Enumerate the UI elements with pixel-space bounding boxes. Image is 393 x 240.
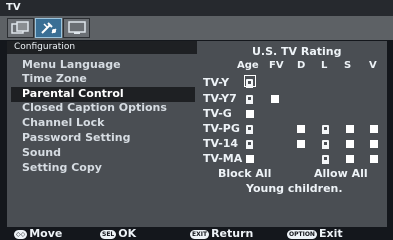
menu-item-password[interactable]: Password Setting — [22, 131, 131, 145]
footer-ok: SEL OK — [100, 227, 136, 240]
footer-return-label: Return — [211, 227, 254, 240]
block-all-button[interactable]: Block All — [218, 167, 271, 180]
block-checkbox[interactable] — [297, 140, 305, 148]
allow-all-button[interactable]: Allow All — [314, 167, 368, 180]
tools-icon — [41, 22, 57, 34]
menu-item-channel-lock[interactable]: Channel Lock — [22, 116, 104, 130]
block-checkbox[interactable] — [370, 155, 378, 163]
footer-move: ◇◇ Move — [14, 227, 62, 240]
lock-icon[interactable] — [246, 140, 253, 149]
col-l: L — [321, 60, 328, 71]
block-checkbox[interactable] — [246, 110, 254, 118]
rating-row-tv-y: TV-Y — [203, 76, 230, 89]
lock-icon[interactable] — [246, 79, 253, 88]
footer-move-label: Move — [29, 227, 63, 240]
section-title: Configuration — [14, 42, 76, 52]
menu-item-closed-caption[interactable]: Closed Caption Options — [22, 101, 167, 115]
block-checkbox[interactable] — [246, 155, 254, 163]
block-checkbox[interactable] — [346, 125, 354, 133]
lock-icon[interactable] — [322, 125, 329, 134]
block-checkbox[interactable] — [370, 125, 378, 133]
select-key-icon: SEL — [100, 229, 117, 239]
lock-icon[interactable] — [246, 95, 253, 104]
block-checkbox[interactable] — [346, 140, 354, 148]
rating-title: U.S. TV Rating — [252, 45, 342, 58]
option-key-icon: OPTION — [287, 229, 317, 239]
col-s: S — [344, 60, 352, 71]
menu-item-time-zone[interactable]: Time Zone — [22, 72, 87, 86]
footer-return: EXIT Return — [190, 227, 253, 240]
lock-icon[interactable] — [322, 155, 329, 164]
col-d: D — [297, 60, 306, 71]
footer-exit: OPTION Exit — [287, 227, 343, 240]
rating-row-tv-14: TV-14 — [203, 137, 239, 150]
col-fv: FV — [269, 60, 284, 71]
rating-row-tv-ma: TV-MA — [203, 152, 243, 165]
menu-item-setting-copy[interactable]: Setting Copy — [22, 161, 102, 175]
move-key-icon: ◇◇ — [14, 229, 28, 239]
block-checkbox[interactable] — [370, 140, 378, 148]
block-checkbox[interactable] — [346, 155, 354, 163]
block-checkbox[interactable] — [297, 125, 305, 133]
tab-setup[interactable] — [35, 18, 62, 38]
col-age: Age — [237, 60, 259, 71]
rating-row-tv-pg: TV-PG — [203, 122, 240, 135]
tab-screen[interactable] — [63, 18, 90, 38]
col-v: V — [369, 60, 377, 71]
monitor-icon — [68, 21, 86, 34]
lock-icon[interactable] — [246, 125, 253, 134]
title-bar — [0, 0, 393, 16]
exit-key-icon: EXIT — [190, 229, 210, 239]
menu-item-menu-language[interactable]: Menu Language — [22, 58, 121, 72]
tab-picture[interactable] — [7, 18, 34, 38]
footer-exit-label: Exit — [318, 227, 343, 240]
picture-icon — [11, 21, 29, 34]
rating-description: Young children. — [246, 182, 343, 195]
menu-item-parental-control[interactable]: Parental Control — [22, 87, 124, 101]
lock-icon[interactable] — [322, 140, 329, 149]
rating-row-tv-y7: TV-Y7 — [203, 92, 237, 105]
window-title: TV — [6, 2, 21, 13]
menu-item-sound[interactable]: Sound — [22, 146, 61, 160]
footer-ok-label: OK — [118, 227, 137, 240]
rating-row-tv-g: TV-G — [203, 107, 232, 120]
block-checkbox[interactable] — [271, 95, 279, 103]
